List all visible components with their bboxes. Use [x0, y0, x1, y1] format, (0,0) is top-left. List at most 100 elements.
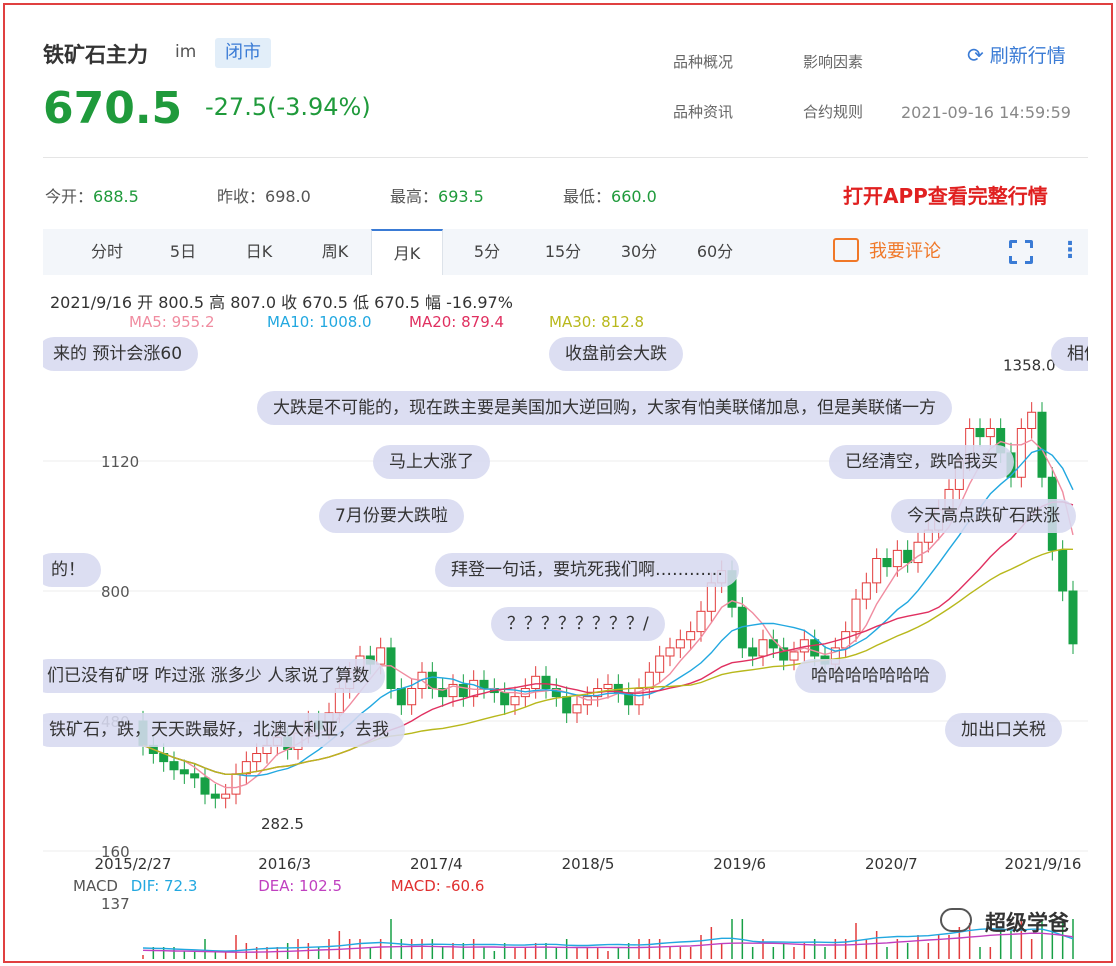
instrument-code: im [175, 42, 197, 62]
candle-body [861, 582, 871, 600]
danmaku-bubble: 收盘前会大跌 [549, 337, 683, 371]
candle-body [541, 675, 551, 689]
stat-low-label: 最低： [563, 187, 612, 206]
more-vertical-icon[interactable]: ⋮ [1059, 235, 1081, 267]
max-price-label: 1358.0 [1003, 356, 1056, 374]
market-status-badge: 闭市 [215, 38, 271, 68]
candle-body [758, 639, 768, 657]
candle-body [985, 428, 995, 438]
tab-60min[interactable]: 60分 [677, 229, 753, 275]
candle-body [190, 773, 200, 779]
tab-5day[interactable]: 5日 [145, 229, 221, 275]
divider [43, 157, 1088, 158]
tab-30min[interactable]: 30分 [601, 229, 677, 275]
candle-body [748, 647, 758, 657]
x-tick-label: 2020/7 [865, 855, 918, 873]
danmaku-bubble: 马上大涨了 [373, 445, 490, 479]
fullscreen-icon[interactable] [1009, 240, 1033, 264]
candle-body [221, 793, 231, 799]
candle-body [1016, 428, 1026, 478]
candle-body [582, 696, 592, 706]
danmaku-bubble: 拜登一句话，要坑死我们啊………… [435, 553, 739, 587]
watermark-logo: 超级学爸 [985, 911, 1069, 935]
stat-open-value: 688.5 [93, 187, 139, 206]
tab-5min[interactable]: 5分 [449, 229, 525, 275]
refresh-icon: ⟳ [967, 43, 984, 67]
danmaku-bubble: 今天高点跌矿石跌涨 [891, 499, 1076, 533]
candle-body [872, 558, 882, 584]
candle-body [1037, 411, 1047, 478]
candle-body [500, 692, 510, 706]
last-price: 670.5 [43, 83, 183, 134]
x-tick-label: 2017/4 [410, 855, 463, 873]
x-tick-label: 2019/6 [713, 855, 766, 873]
candle-body [1068, 590, 1078, 645]
link-news[interactable]: 品种资讯 [673, 101, 733, 122]
candle-body [169, 761, 179, 771]
timestamp: 2021-09-16 14:59:59 [901, 103, 1071, 122]
link-rules[interactable]: 合约规则 [803, 101, 863, 122]
y-tick-label: 800 [101, 583, 130, 601]
tab-weekly-k[interactable]: 周K [297, 229, 373, 275]
candle-body [179, 769, 189, 775]
comment-button[interactable]: 我要评论 [833, 229, 941, 275]
danmaku-bubble: 们已没有矿呀 咋过涨 涨多少 人家说了算数 [43, 659, 386, 693]
candle-body [768, 639, 778, 649]
danmaku-bubble: 哈哈哈哈哈哈哈 [795, 659, 946, 693]
candle-body [252, 753, 262, 763]
link-overview[interactable]: 品种概况 [673, 51, 733, 72]
candle-body [562, 696, 572, 714]
stat-low: 最低：660.0 [563, 183, 657, 207]
stat-high: 最高：693.5 [390, 183, 484, 207]
candle-body [655, 655, 665, 673]
stat-high-value: 693.5 [438, 187, 484, 206]
candle-body [686, 631, 696, 641]
y-tick-label: 1120 [101, 453, 139, 471]
price-change: -27.5(-3.94%) [205, 93, 371, 121]
candle-body [789, 651, 799, 661]
candle-body [903, 549, 913, 564]
candle-body [210, 793, 220, 799]
min-price-label: 282.5 [261, 815, 304, 833]
candle-body [200, 777, 210, 795]
tab-daily-k[interactable]: 日K [221, 229, 297, 275]
ma5-readout: MA5: 955.2 [129, 313, 215, 331]
danmaku-bubble: 相信 [1051, 337, 1088, 371]
danmaku-bubble: ？？？？？？？？/ [491, 607, 665, 641]
candle-body [675, 639, 685, 649]
ma30-readout: MA30: 812.8 [549, 313, 645, 331]
candle-body [572, 704, 582, 714]
x-tick-label: 2015/2/27 [95, 855, 172, 873]
candle-body [510, 696, 520, 706]
tab-intraday[interactable]: 分时 [69, 229, 145, 275]
edit-icon [833, 238, 859, 262]
tab-15min[interactable]: 15分 [525, 229, 601, 275]
candle-body [913, 541, 923, 564]
open-app-link[interactable]: 打开APP查看完整行情 [843, 180, 1048, 209]
stat-prev-value: 698.0 [265, 187, 311, 206]
x-tick-label: 2018/5 [562, 855, 615, 873]
candle-body [520, 688, 530, 698]
x-tick-label: 2016/3 [258, 855, 311, 873]
refresh-button[interactable]: ⟳ 刷新行情 [967, 41, 1066, 68]
wechat-icon [940, 908, 972, 932]
dea-line [142, 932, 1074, 953]
period-tabbar: 分时 5日 日K 周K 月K 5分 15分 30分 60分 我要评论 ⋮ [43, 229, 1088, 275]
candle-body [696, 610, 706, 633]
ma10-readout: MA10: 1008.0 [267, 313, 372, 331]
link-factors[interactable]: 影响因素 [803, 51, 863, 72]
candle-body [851, 598, 861, 633]
ma20-readout: MA20: 879.4 [409, 313, 505, 331]
macd-value: MACD: -60.6 [390, 877, 485, 895]
danmaku-bubble: 加出口关税 [945, 713, 1062, 747]
macd-dea: DEA: 102.5 [258, 877, 342, 895]
danmaku-bubble: 铁矿石，跌，天天跌最好，北澳大利亚，去我 [43, 713, 405, 747]
danmaku-bubble: 的！ [43, 553, 101, 587]
candle-body [458, 683, 468, 698]
danmaku-bubble: 来的 预计会涨60 [43, 337, 199, 371]
tab-monthly-k[interactable]: 月K [371, 229, 443, 275]
ohlc-readout: 2021/9/16 开 800.5 高 807.0 收 670.5 低 670.… [50, 293, 513, 312]
stat-prev-label: 昨收： [217, 187, 266, 206]
candle-body [810, 639, 820, 657]
candlestick-chart[interactable]: 11208004801602015/2/272016/32017/42018/5… [43, 331, 1088, 961]
